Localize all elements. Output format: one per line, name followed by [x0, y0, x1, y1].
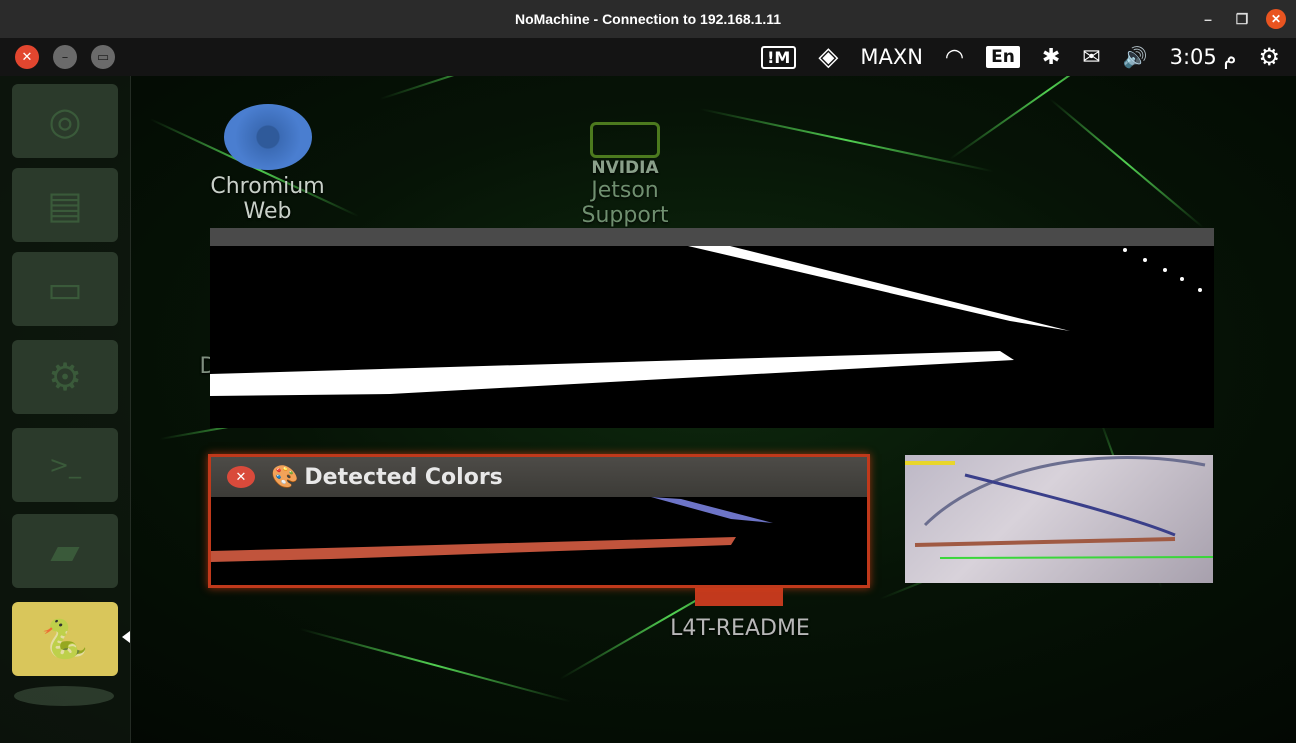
active-indicator-arrow: [122, 631, 130, 643]
launcher-item-settings[interactable]: ⚙: [12, 340, 118, 414]
window-close-button[interactable]: ✕: [15, 45, 39, 69]
wallpaper-strand: [699, 108, 994, 173]
editor-icon: ▰: [50, 529, 80, 573]
restore-button[interactable]: ❐: [1232, 9, 1252, 29]
detected-blue-stripe: [651, 497, 773, 523]
keyboard-layout-indicator[interactable]: En: [986, 46, 1020, 68]
mask-dot: [1143, 258, 1147, 262]
desktop-icon-label: Jetson Support: [581, 178, 669, 228]
camera-overlay-text: [905, 461, 955, 465]
settings-icon: ⚙: [47, 355, 83, 399]
camera-orange-line: [914, 537, 1176, 547]
minimize-button[interactable]: –: [1198, 9, 1218, 29]
bluetooth-icon[interactable]: ✱: [1042, 45, 1060, 70]
files-icon: ▭: [47, 267, 83, 311]
camera-preview[interactable]: [905, 455, 1213, 583]
nomachine-title: NoMachine - Connection to 192.168.1.11: [514, 11, 782, 27]
volume-icon[interactable]: 🔊: [1123, 45, 1148, 69]
mask-dot: [1123, 248, 1127, 252]
desktop-icon-label: L4T-README: [670, 616, 810, 641]
launcher-item-ubuntu[interactable]: ◎: [12, 84, 118, 158]
desktop-icon-l4t-readme[interactable]: L4T-README: [670, 616, 810, 641]
gear-icon[interactable]: ⚙: [1258, 43, 1280, 71]
power-mode-label[interactable]: MAXN: [860, 45, 923, 69]
nomachine-indicator-icon[interactable]: !M: [761, 45, 797, 69]
wallpaper-strand: [299, 628, 571, 703]
mask-image: [210, 246, 1202, 396]
window-maximize-button[interactable]: ▭: [91, 45, 115, 69]
palette-icon: 🎨: [271, 464, 299, 490]
python-icon: 🐍: [41, 616, 89, 661]
nvidia-logo-icon: [590, 122, 660, 158]
wifi-icon[interactable]: ◠: [945, 45, 964, 70]
mask-stripe-lower: [210, 351, 1014, 396]
detected-colors-titlebar[interactable]: ✕ 🎨 Detected Colors: [211, 457, 867, 497]
document-icon: ▤: [47, 183, 83, 227]
launcher-item-editor[interactable]: ▰: [12, 514, 118, 588]
close-icon[interactable]: ✕: [227, 466, 255, 488]
launcher-item-terminal[interactable]: >_: [12, 428, 118, 502]
top-panel: ✕ – ▭ !M ◈ MAXN ◠ En ✱ ✉ 🔊 3:05 م ⚙: [0, 38, 1296, 76]
launcher-item-document[interactable]: ▤: [12, 168, 118, 242]
chromium-icon: [223, 104, 312, 170]
l4t-readme-icon[interactable]: [695, 586, 783, 606]
launcher-item-partial[interactable]: [14, 686, 114, 706]
launcher-item-python[interactable]: 🐍: [12, 602, 118, 676]
nomachine-window: NoMachine - Connection to 192.168.1.11 –…: [0, 0, 1296, 743]
ubuntu-icon: ◎: [48, 99, 82, 143]
mask-dot: [1163, 268, 1167, 272]
detected-colors-image: [211, 497, 773, 562]
clock[interactable]: 3:05 م: [1170, 45, 1237, 69]
remote-desktop[interactable]: ✕ – ▭ !M ◈ MAXN ◠ En ✱ ✉ 🔊 3:05 م ⚙ ◎ ▤ …: [0, 38, 1296, 743]
close-button[interactable]: ✕: [1266, 9, 1286, 29]
nomachine-titlebar: NoMachine - Connection to 192.168.1.11 –…: [0, 0, 1296, 38]
camera-frame: [905, 456, 1213, 559]
terminal-icon: >_: [48, 451, 82, 479]
wallpaper-strand: [1049, 98, 1204, 229]
launcher-item-files[interactable]: ▭: [12, 252, 118, 326]
mask-dot: [1198, 288, 1202, 292]
mask-stripe-upper: [688, 246, 1070, 331]
camera-curve: [923, 456, 1206, 527]
camera-blue-line: [964, 473, 1176, 537]
window-title: Detected Colors: [304, 464, 503, 490]
desktop-icon-chromium[interactable]: Chromium Web: [195, 104, 340, 224]
camera-green-line: [939, 556, 1213, 559]
mail-icon[interactable]: ✉: [1082, 45, 1100, 70]
mask-window[interactable]: [210, 228, 1214, 428]
detected-orange-stripe: [211, 537, 736, 562]
indicator-area: !M ◈ MAXN ◠ En ✱ ✉ 🔊 3:05 م ⚙: [761, 38, 1296, 76]
nvidia-icon[interactable]: ◈: [818, 42, 838, 72]
detected-colors-window[interactable]: ✕ 🎨 Detected Colors: [208, 454, 870, 588]
mask-dot: [1180, 277, 1184, 281]
desktop-icon-nvidia-jetson[interactable]: NVIDIA Jetson Support: [555, 122, 695, 228]
launcher: ◎ ▤ ▭ ⚙ >_ ▰ 🐍: [0, 76, 131, 743]
desktop-icon-label: Chromium Web: [210, 174, 325, 224]
window-minimize-button[interactable]: –: [53, 45, 77, 69]
nvidia-badge: NVIDIA: [591, 158, 659, 178]
